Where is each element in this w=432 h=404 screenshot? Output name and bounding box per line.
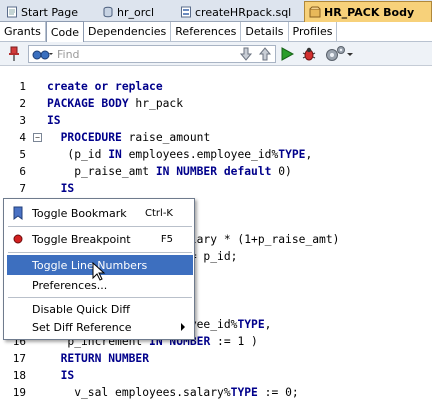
editor-tab-bar: Start Page hr_orcl createHRpack.sql HR_P… (0, 0, 432, 22)
code-line: 18 IS (0, 367, 432, 384)
line-number: 6 (19, 165, 26, 178)
run-button[interactable] (279, 46, 295, 62)
pin-button[interactable] (6, 46, 22, 62)
package-icon (309, 6, 321, 18)
tab-label: createHRpack.sql (195, 5, 292, 19)
code-line: 5 (p_id IN employees.employee_id%TYPE, (0, 146, 432, 163)
binoculars-icon (32, 50, 53, 60)
find-previous-button[interactable] (257, 46, 273, 62)
find-placeholder: Find (57, 47, 80, 61)
arrow-down-icon (239, 47, 253, 61)
tab-hr-orcl[interactable]: hr_orcl (98, 2, 158, 22)
menu-separator (8, 252, 192, 253)
code-line: 17 RETURN NUMBER (0, 350, 432, 367)
submenu-arrow-icon (181, 323, 185, 331)
tab-code[interactable]: Code (45, 21, 84, 42)
tab-profiles[interactable]: Profiles (289, 22, 338, 41)
tab-label: Start Page (21, 5, 78, 19)
line-number: 7 (19, 182, 26, 195)
database-icon (103, 6, 113, 18)
line-number: 3 (19, 114, 26, 127)
code-line: 2 PACKAGE BODY hr_pack (0, 95, 432, 112)
menu-label: Toggle Line Numbers (32, 258, 148, 272)
menu-item-toggle-bookmark[interactable]: Toggle Bookmark Ctrl-K (7, 203, 193, 223)
tab-dependencies[interactable]: Dependencies (84, 22, 172, 41)
line-number: 19 (12, 386, 26, 399)
line-number: 4 (19, 131, 26, 144)
editor-toolbar: Find (0, 42, 432, 66)
page-icon (7, 6, 17, 18)
line-number: 2 (19, 97, 26, 110)
find-next-button[interactable] (238, 46, 254, 62)
code-text: v_sal employees.salary%TYPE := 0; (47, 386, 299, 399)
debug-button[interactable] (300, 46, 318, 62)
menu-label: Set Diff Reference (32, 320, 132, 334)
debug-bug-icon (302, 47, 316, 61)
line-number: 1 (19, 80, 26, 93)
tab-start-page[interactable]: Start Page (2, 2, 82, 22)
run-icon (281, 47, 294, 61)
tab-label: HR_PACK Body (324, 5, 415, 19)
tab-label: hr_orcl (117, 5, 155, 19)
tab-references[interactable]: References (171, 22, 242, 41)
mouse-pointer-icon (92, 262, 106, 281)
code-text: PROCEDURE raise_amount (60, 131, 211, 144)
line-number: 17 (12, 352, 26, 365)
code-line: 7 IS (0, 180, 432, 197)
code-text: IS (47, 114, 61, 127)
code-line: 3 IS (0, 112, 432, 129)
line-number: 18 (12, 369, 26, 382)
code-text: (p_id IN employees.employee_id%TYPE, (47, 148, 313, 161)
menu-label: Toggle Breakpoint (32, 232, 131, 246)
code-line: 6 p_raise_amt IN NUMBER default 0) (0, 163, 432, 180)
code-text: IS (47, 369, 75, 382)
tab-createhrpack-sql[interactable]: createHRpack.sql (176, 2, 295, 22)
menu-item-set-diff-reference[interactable]: Set Diff Reference (7, 317, 193, 337)
code-text: RETURN NUMBER (60, 352, 150, 365)
object-sub-tabs: Grants Code Dependencies References Deta… (0, 21, 432, 42)
line-number: 5 (19, 148, 26, 161)
bookmark-icon (10, 205, 26, 221)
menu-separator (8, 226, 192, 227)
code-line: 1 create or replace (0, 78, 432, 95)
tab-details[interactable]: Details (241, 22, 289, 41)
tab-hr-pack-body[interactable]: HR_PACK Body (304, 1, 432, 22)
breakpoint-icon (10, 231, 26, 247)
menu-item-toggle-breakpoint[interactable]: Toggle Breakpoint F5 (7, 229, 193, 249)
code-text: create or replace (47, 80, 163, 93)
tab-grants[interactable]: Grants (0, 22, 46, 41)
code-text: IS (47, 182, 75, 195)
menu-separator (8, 297, 192, 298)
gear-icon (326, 46, 353, 61)
sql-file-icon (181, 6, 191, 18)
pin-icon (9, 46, 19, 61)
code-text: p_raise_amt IN NUMBER default 0) (47, 165, 292, 178)
menu-label: Disable Quick Diff (32, 302, 131, 316)
menu-shortcut: F5 (160, 233, 173, 245)
settings-dropdown[interactable] (322, 46, 356, 62)
code-text: PACKAGE BODY hr_pack (47, 97, 184, 110)
code-line: 19 v_sal employees.salary%TYPE := 0; (0, 384, 432, 401)
menu-shortcut: Ctrl-K (145, 207, 173, 219)
code-line: 4 − PROCEDURE raise_amount (0, 129, 432, 146)
menu-label: Toggle Bookmark (32, 206, 127, 220)
collapse-fold-icon[interactable]: − (33, 133, 42, 142)
menu-item-disable-quick-diff[interactable]: Disable Quick Diff (7, 299, 193, 319)
arrow-up-icon (258, 47, 272, 61)
